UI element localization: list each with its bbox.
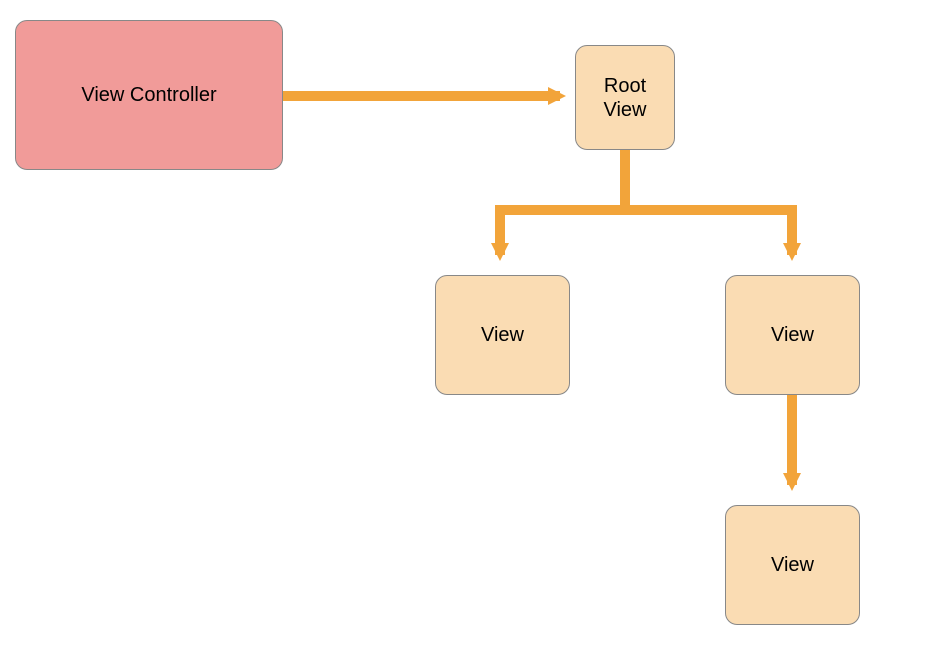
bottom-view-label: View bbox=[771, 554, 814, 577]
left-view-label: View bbox=[481, 324, 524, 347]
view-controller-node: View Controller bbox=[15, 20, 283, 170]
right-view-label: View bbox=[771, 324, 814, 347]
arrow-root-to-left-view bbox=[500, 150, 625, 255]
root-view-label-line2: View bbox=[604, 98, 647, 122]
arrow-root-to-right-view bbox=[625, 150, 792, 255]
left-view-node: View bbox=[435, 275, 570, 395]
root-view-node: Root View bbox=[575, 45, 675, 150]
bottom-view-node: View bbox=[725, 505, 860, 625]
right-view-node: View bbox=[725, 275, 860, 395]
view-controller-label: View Controller bbox=[81, 84, 216, 107]
root-view-label-line1: Root bbox=[604, 74, 647, 98]
